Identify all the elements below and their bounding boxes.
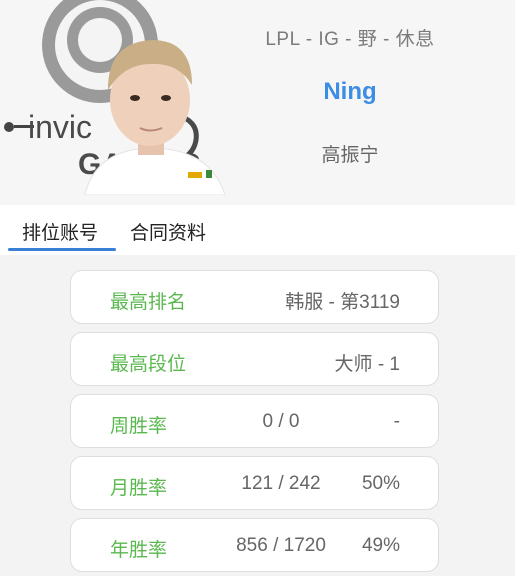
stat-label: 月胜率 — [110, 478, 168, 499]
stat-row-highest-rank: 最高排名 韩服 - 第3119 — [70, 270, 439, 324]
stat-record: 856 / 1720 — [236, 535, 326, 556]
stat-row-yearly-winrate: 年胜率 856 / 1720 49% — [70, 518, 439, 572]
league-team-role: LPL - IG - 野 - 休息 — [265, 29, 435, 50]
stat-row-highest-tier: 最高段位 大师 - 1 — [70, 332, 439, 386]
active-tab-indicator — [8, 248, 116, 251]
stat-rate: - — [393, 411, 400, 432]
tab-bar: 排位账号 合同资料 — [0, 205, 515, 255]
stat-record: 0 / 0 — [262, 411, 300, 432]
stat-row-weekly-winrate: 周胜率 0 / 0 - — [70, 394, 439, 448]
stats-list: 最高排名 韩服 - 第3119 最高段位 大师 - 1 周胜率 0 / 0 - … — [0, 255, 515, 576]
stat-rate: 50% — [361, 473, 400, 494]
stat-label: 年胜率 — [110, 540, 168, 561]
stat-record: 121 / 242 — [241, 473, 321, 494]
player-header: invic GAMING LPL - IG - 野 - 休息 Ning 高振宁 — [0, 0, 515, 205]
stat-value: 韩服 - 第3119 — [285, 292, 400, 313]
stat-row-monthly-winrate: 月胜率 121 / 242 50% — [70, 456, 439, 510]
player-portrait-icon — [84, 40, 226, 195]
stat-value: 大师 - 1 — [334, 354, 400, 375]
player-real-name: 高振宁 — [321, 145, 379, 166]
stat-label: 最高段位 — [110, 354, 187, 375]
player-photo: invic GAMING — [0, 0, 230, 195]
stat-rate: 49% — [361, 535, 400, 556]
tab-contract-info[interactable]: 合同资料 — [130, 218, 206, 245]
stat-label: 最高排名 — [110, 292, 187, 313]
tab-ranked-accounts[interactable]: 排位账号 — [22, 218, 98, 245]
player-name: Ning — [323, 78, 377, 105]
stat-label: 周胜率 — [110, 416, 168, 437]
